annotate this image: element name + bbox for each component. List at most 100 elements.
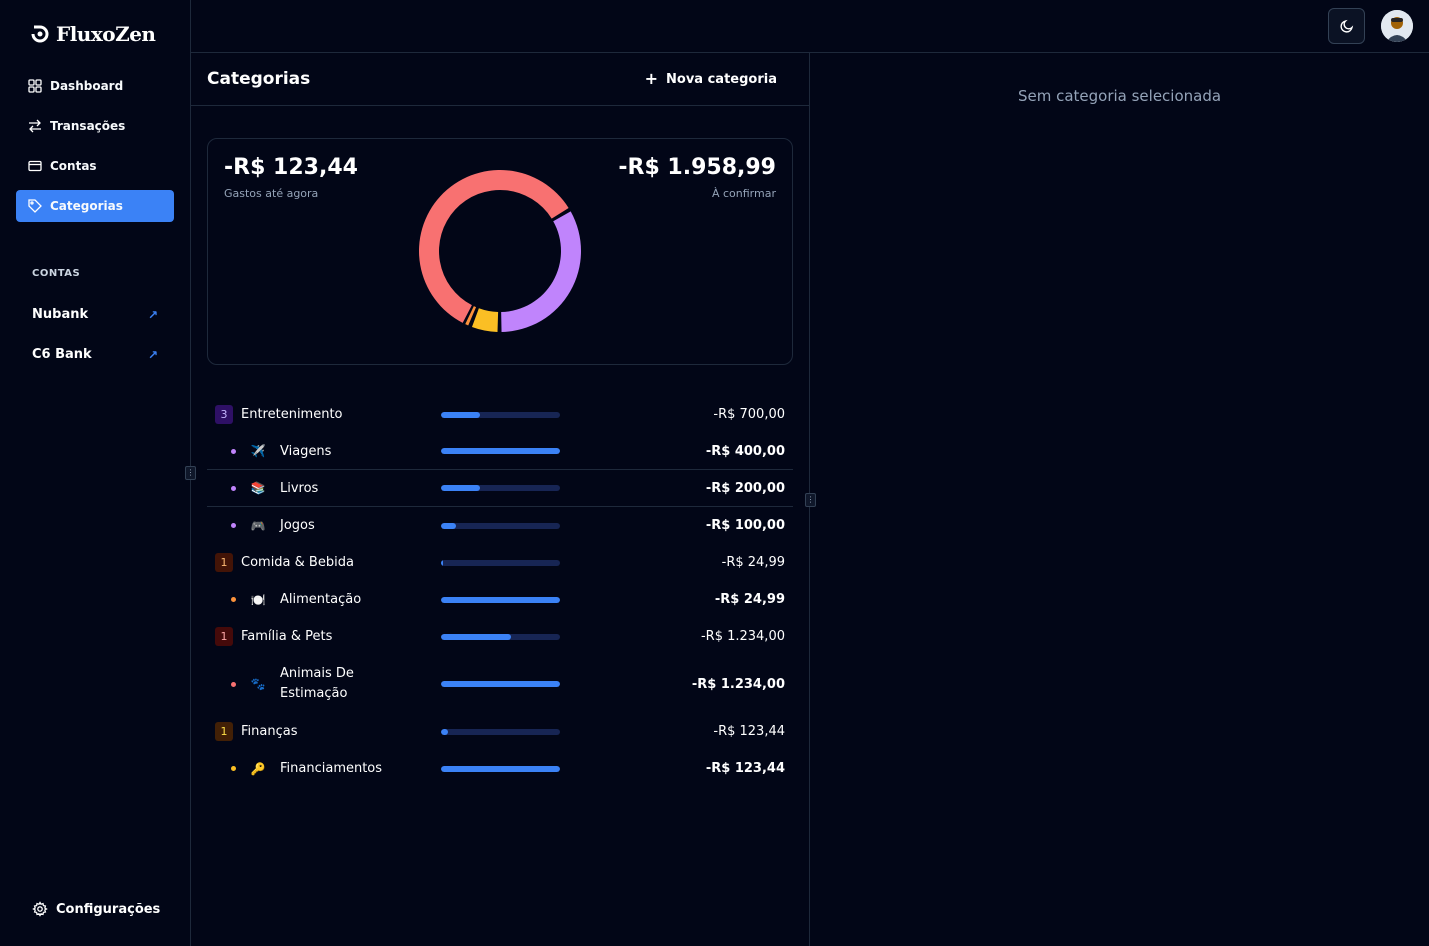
subcategory-row[interactable]: 📚 Livros -R$ 200,00	[207, 470, 793, 507]
settings-link[interactable]: Configurações	[32, 901, 160, 917]
account-name: C6 Bank	[32, 347, 92, 362]
nav-item-transacoes[interactable]: Transações	[16, 110, 174, 142]
pending-amount: -R$ 1.958,99	[618, 155, 776, 180]
subcategory-emoji-icon: 📚	[250, 481, 266, 495]
account-name: Nubank	[32, 307, 89, 322]
subcategory-row[interactable]: 🔑 Financiamentos -R$ 123,44	[207, 750, 793, 787]
subcategory-progress-bar	[441, 681, 560, 687]
category-count-badge: 1	[215, 553, 233, 572]
category-color-dot	[231, 597, 236, 602]
category-count-badge: 1	[215, 627, 233, 646]
avatar-image	[1381, 10, 1413, 42]
main-nav: Dashboard Transações Contas Categorias	[16, 70, 174, 230]
nav-item-dashboard[interactable]: Dashboard	[16, 70, 174, 102]
nav-item-categorias[interactable]: Categorias	[16, 190, 174, 222]
subcategory-row[interactable]: 🐾 Animais De Estimação -R$ 1.234,00	[207, 655, 793, 713]
plus-icon: +	[644, 69, 659, 88]
logo-icon	[31, 25, 49, 43]
subcategory-amount: -R$ 123,44	[705, 761, 785, 776]
progress-fill	[441, 485, 481, 491]
subcategory-emoji-icon: 🎮	[250, 518, 266, 533]
donut-slice[interactable]	[471, 308, 499, 332]
subcategory-emoji-icon: 🔑	[250, 761, 266, 776]
nav-label: Transações	[50, 119, 126, 133]
gear-icon	[32, 901, 48, 917]
theme-toggle-button[interactable]	[1328, 8, 1365, 44]
subcategory-name: Financiamentos	[280, 761, 383, 776]
subcategory-amount: -R$ 200,00	[705, 480, 785, 496]
category-color-dot	[231, 485, 236, 491]
subcategory-row[interactable]: 🎮 Jogos -R$ 100,00	[207, 507, 793, 544]
brand-name: FluxoZen	[56, 22, 156, 46]
account-nubank[interactable]: Nubank ↗	[32, 307, 158, 322]
external-arrow-icon: ↗	[147, 347, 158, 362]
subcategory-name: Livros	[280, 480, 319, 496]
categories-panel: Categorias + Nova categoria -R$ 123,44 G…	[191, 53, 810, 946]
progress-fill	[441, 559, 443, 566]
subcategory-progress-bar	[441, 522, 560, 529]
category-detail-panel: Sem categoria selecionada	[810, 53, 1429, 946]
progress-fill	[441, 411, 481, 418]
accounts-section-label: CONTAS	[32, 268, 81, 279]
app: FluxoZen Dashboard Transações Contas Cat…	[0, 0, 1429, 946]
subcategory-emoji-icon: 🐾	[250, 677, 266, 691]
subcategory-amount: -R$ 100,00	[705, 518, 785, 533]
category-amount: -R$ 700,00	[713, 407, 785, 422]
category-progress-bar	[441, 559, 560, 566]
category-list: 3 Entretenimento -R$ 700,00 ✈️ Viagens -R$ 40…	[207, 396, 793, 787]
transfer-icon	[29, 119, 41, 133]
category-color-dot	[231, 448, 236, 454]
settings-label: Configurações	[56, 901, 161, 917]
category-donut-chart	[418, 169, 581, 332]
progress-fill	[441, 681, 560, 687]
progress-fill	[441, 765, 560, 772]
subcategory-name: Jogos	[280, 518, 315, 533]
progress-fill	[441, 522, 457, 529]
category-color-dot	[231, 523, 236, 528]
category-group-row[interactable]: 1 Finanças -R$ 123,44	[207, 713, 793, 750]
category-color-dot	[231, 681, 236, 687]
card-icon	[28, 160, 42, 172]
subcategory-amount: -R$ 24,99	[714, 592, 785, 607]
tag-icon	[28, 199, 42, 213]
category-group-row[interactable]: 1 Família & Pets -R$ 1.234,00	[207, 618, 793, 655]
donut-slice[interactable]	[501, 211, 581, 332]
category-amount: -R$ 24,99	[721, 555, 785, 570]
subcategory-emoji-icon: ✈️	[250, 444, 266, 458]
spent-label: Gastos até agora	[224, 187, 319, 200]
category-count-badge: 3	[215, 405, 233, 424]
category-group-row[interactable]: 1 Comida & Bebida -R$ 24,99	[207, 544, 793, 581]
account-c6-bank[interactable]: C6 Bank ↗	[32, 347, 158, 362]
category-progress-bar	[441, 633, 560, 640]
category-amount: -R$ 123,44	[713, 724, 785, 739]
empty-state-message: Sem categoria selecionada	[1017, 87, 1222, 105]
moon-icon	[1339, 19, 1353, 33]
category-group-row[interactable]: 3 Entretenimento -R$ 700,00	[207, 396, 793, 433]
category-name: Finanças	[241, 724, 298, 739]
category-progress-bar	[441, 411, 560, 418]
sidebar: FluxoZen Dashboard Transações Contas Cat…	[0, 0, 191, 946]
progress-fill	[441, 633, 512, 640]
category-name: Entretenimento	[241, 407, 343, 422]
spent-amount: -R$ 123,44	[224, 155, 358, 180]
subcategory-name: Animais De Estimação	[280, 666, 354, 701]
category-progress-bar	[441, 728, 560, 735]
subcategory-progress-bar	[441, 485, 560, 491]
subcategory-emoji-icon: 🍽️	[250, 592, 266, 607]
category-name: Comida & Bebida	[241, 555, 354, 570]
subcategory-name: Viagens	[280, 443, 332, 459]
panel-header: Categorias + Nova categoria	[191, 53, 809, 106]
topbar	[191, 0, 1429, 53]
new-category-button[interactable]: + Nova categoria	[629, 71, 793, 87]
subcategory-row[interactable]: ✈️ Viagens -R$ 400,00	[207, 433, 793, 470]
pending-label: À confirmar	[711, 187, 776, 200]
nav-label: Contas	[50, 159, 97, 173]
category-count-badge: 1	[215, 722, 233, 741]
nav-item-contas[interactable]: Contas	[16, 150, 174, 182]
subcategory-row[interactable]: 🍽️ Alimentação -R$ 24,99	[207, 581, 793, 618]
summary-card: -R$ 123,44 Gastos até agora -R$ 1.958,99…	[207, 138, 793, 365]
external-arrow-icon: ↗	[147, 307, 158, 322]
brand-logo[interactable]: FluxoZen	[30, 22, 156, 46]
category-color-dot	[231, 766, 236, 771]
user-avatar[interactable]	[1381, 10, 1413, 42]
